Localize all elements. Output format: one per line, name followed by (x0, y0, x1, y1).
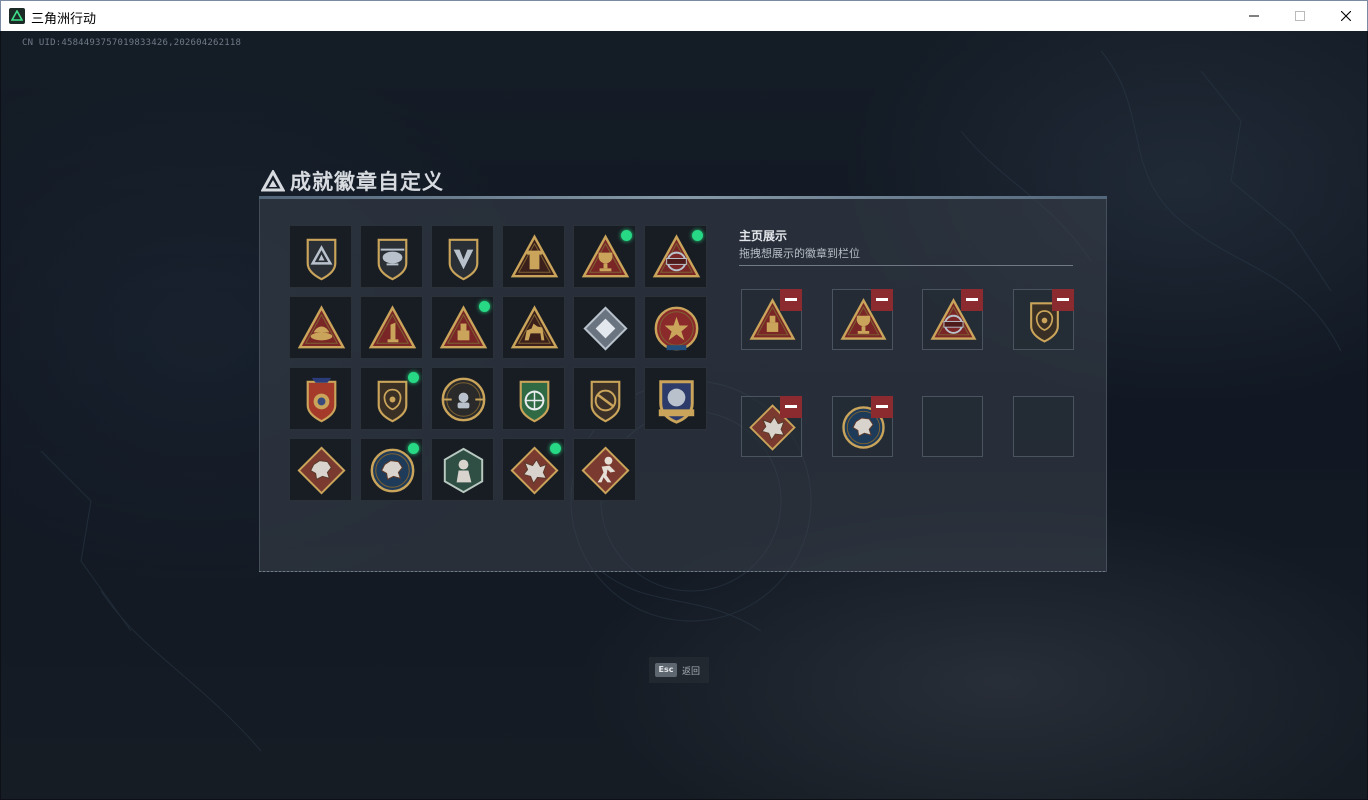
number-one-badge-icon (368, 305, 417, 349)
maximize-button[interactable] (1277, 1, 1323, 31)
delta-triangle-icon (261, 170, 285, 192)
star-medal-badge-icon (654, 306, 699, 351)
new-indicator-dot (479, 301, 490, 312)
showcase-title: 主页展示 (739, 229, 788, 243)
badge-tile-camel-badge[interactable] (502, 296, 565, 359)
badge-tile-gold-crest-badge[interactable] (644, 367, 707, 430)
badge-tile-silver-crystal-badge[interactable] (573, 296, 636, 359)
badge-tile-globe-triangle-badge[interactable] (644, 225, 707, 288)
close-icon (1341, 11, 1351, 21)
new-indicator-dot (550, 443, 561, 454)
back-label: 返回 (682, 667, 701, 677)
remove-badge-button[interactable] (870, 396, 893, 418)
badge-tile-number-one-badge[interactable] (360, 296, 423, 359)
showcase-subtitle: 拖拽想展示的徽章到栏位 (739, 247, 860, 260)
app-logo-icon (9, 8, 25, 24)
badge-tile-gold-tower-badge[interactable] (502, 225, 565, 288)
new-indicator-dot (408, 372, 419, 383)
badge-tile-sniper-scope-badge[interactable] (431, 367, 494, 430)
badge-tile-police-star-badge[interactable] (289, 367, 352, 430)
showcase-slot-1[interactable] (741, 289, 802, 350)
badge-tile-gold-bowl-badge[interactable] (289, 296, 352, 359)
window-titlebar: 三角洲行动 (0, 0, 1368, 31)
back-button[interactable]: Esc 返回 (649, 657, 709, 683)
remove-badge-button[interactable] (780, 289, 802, 311)
new-indicator-dot (692, 230, 703, 241)
gold-bowl-badge-icon (297, 305, 346, 349)
badge-tile-triangle-shield-badge[interactable] (289, 225, 352, 288)
minimize-icon (1249, 15, 1259, 17)
player-uid: CN UID:4584493757019833426,202604262118 (22, 38, 242, 48)
green-crosshair-badge-icon (519, 380, 550, 423)
soldier-hexagon-badge-icon (443, 447, 484, 494)
badge-tile-rifle-shield-badge[interactable] (573, 367, 636, 430)
close-button[interactable] (1323, 1, 1368, 31)
panel-header: 成就徽章自定义 (259, 166, 559, 198)
showcase-slot-8[interactable] (1012, 396, 1074, 457)
silver-crystal-badge-icon (583, 306, 628, 351)
esc-key-icon: Esc (655, 663, 677, 677)
showcase-slot-4[interactable] (1012, 289, 1074, 350)
showcase-slot-6[interactable] (831, 396, 893, 457)
badge-tile-cargo-box-badge[interactable] (431, 296, 494, 359)
minimize-button[interactable] (1231, 1, 1277, 31)
showcase-slot-7[interactable] (922, 396, 983, 457)
badge-tile-green-crosshair-badge[interactable] (502, 367, 565, 430)
badge-tile-star-medal-badge[interactable] (644, 296, 707, 359)
panel-bottom-divider (259, 571, 1107, 572)
badge-tile-soldier-hexagon-badge[interactable] (431, 438, 494, 501)
window-title: 三角洲行动 (31, 12, 97, 27)
showcase-slot-5[interactable] (741, 396, 802, 457)
page-title: 成就徽章自定义 (290, 170, 444, 194)
gold-tower-badge-icon (510, 234, 559, 278)
wolf-diamond-badge-icon (297, 446, 346, 495)
camel-badge-icon (510, 305, 559, 349)
maximize-icon (1295, 11, 1305, 21)
runner-diamond-badge-icon (581, 446, 630, 495)
rifle-shield-badge-icon (590, 380, 621, 423)
helicopter-badge-icon (377, 238, 408, 281)
showcase-divider (739, 265, 1073, 266)
badge-tile-runner-diamond-badge[interactable] (573, 438, 636, 501)
badge-tile-wolf-diamond-badge[interactable] (289, 438, 352, 501)
remove-badge-button[interactable] (780, 396, 802, 418)
badge-tile-wolf-medallion-badge[interactable] (360, 438, 423, 501)
gold-crest-badge-icon (658, 380, 695, 424)
badge-tile-trophy-triangle-badge[interactable] (573, 225, 636, 288)
badge-tile-lion-shield-badge[interactable] (360, 367, 423, 430)
triangle-shield-badge-icon (306, 238, 337, 281)
badge-tile-dragon-diamond-badge[interactable] (502, 438, 565, 501)
sniper-scope-badge-icon (441, 377, 486, 422)
new-indicator-dot (621, 230, 632, 241)
remove-badge-button[interactable] (1051, 289, 1074, 311)
new-indicator-dot (408, 443, 419, 454)
remove-badge-button[interactable] (961, 289, 983, 311)
police-star-badge-icon (306, 377, 337, 423)
remove-badge-button[interactable] (870, 289, 893, 311)
winged-shield-badge-icon (448, 238, 479, 281)
showcase-slot-3[interactable] (922, 289, 983, 350)
badge-tile-helicopter-badge[interactable] (360, 225, 423, 288)
showcase-slot-2[interactable] (831, 289, 893, 350)
badge-tile-winged-shield-badge[interactable] (431, 225, 494, 288)
